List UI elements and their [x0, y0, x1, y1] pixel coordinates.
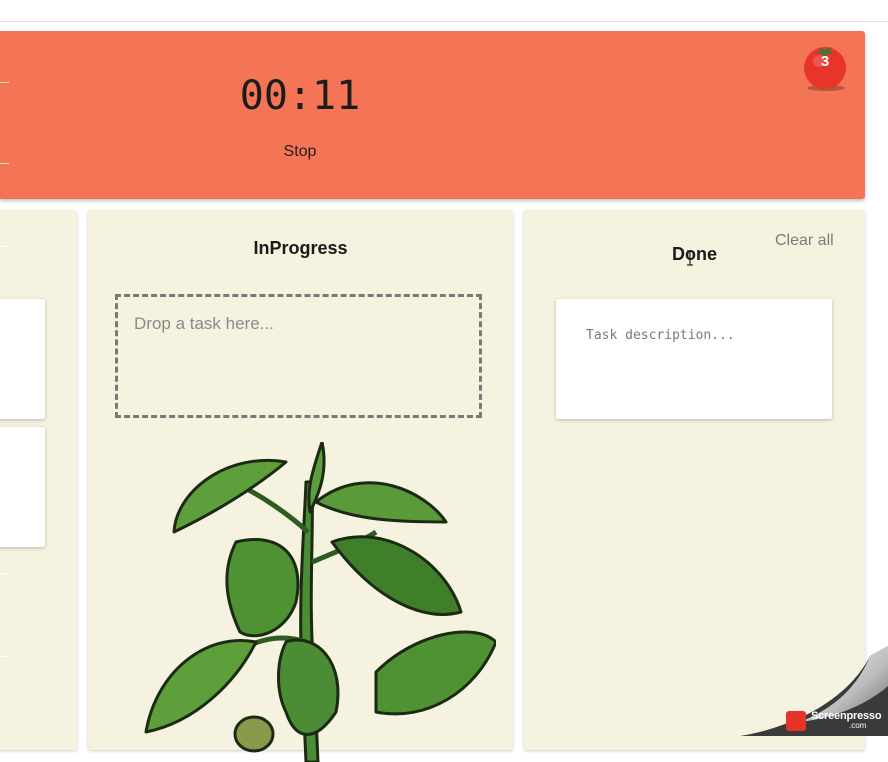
top-bar: [0, 0, 888, 22]
todo-column: [0, 210, 77, 750]
task-card[interactable]: [0, 427, 45, 547]
drop-zone-placeholder: Drop a task here...: [134, 314, 274, 333]
pomodoro-count: 3: [820, 53, 830, 70]
screenpresso-logo-icon: [786, 711, 806, 731]
timer-display: 00:11: [239, 73, 361, 119]
task-card[interactable]: [556, 299, 832, 419]
drop-zone[interactable]: Drop a task here...: [115, 294, 482, 418]
column-title: InProgress: [253, 238, 348, 258]
panel-edge-tick: [0, 163, 9, 164]
clear-all-button[interactable]: Clear all: [775, 232, 834, 250]
stop-button[interactable]: Stop: [260, 141, 340, 163]
column-edge-tick: [0, 573, 8, 574]
column-edge-tick: [0, 656, 8, 657]
pomodoro-counter[interactable]: 3: [801, 44, 851, 94]
timer-panel: 00:11 Stop: [0, 31, 865, 199]
watermark-domain: .com: [849, 721, 867, 730]
tomato-plant-illustration: [144, 442, 496, 762]
text-cursor-icon: [687, 250, 693, 266]
inprogress-column: InProgress Drop a task here...: [88, 210, 513, 762]
task-description-input[interactable]: [556, 299, 832, 419]
watermark-brand: Screenpresso: [811, 710, 882, 722]
task-card[interactable]: [0, 299, 45, 419]
column-edge-tick: [0, 246, 8, 247]
